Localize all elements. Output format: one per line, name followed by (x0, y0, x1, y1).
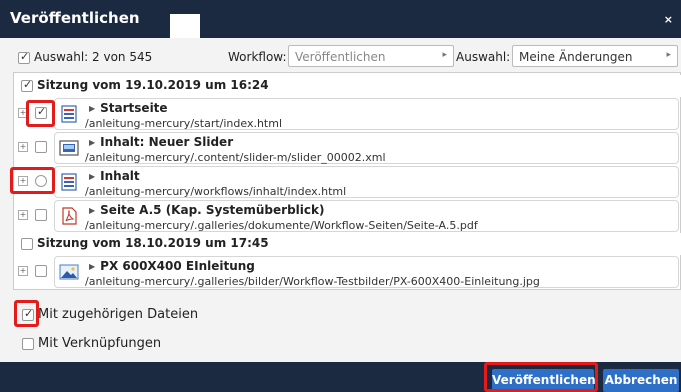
highlight-box (484, 362, 598, 392)
workflow-label: Workflow: (228, 50, 287, 64)
selection-label: Auswahl: (456, 50, 511, 64)
expand-icon[interactable]: + (18, 266, 28, 276)
resource-name: ▶ PX 600X400 EInleitung (89, 259, 255, 273)
list-item: + ▶Startseite /anleitung-mercury/start/i… (14, 97, 681, 131)
pdf-icon (62, 207, 77, 225)
session-header: Sitzung vom 19.10.2019 um 16:24 (14, 75, 681, 97)
resource-card[interactable]: ▶ Inhalt: Neuer Slider /anleitung-mercury… (54, 132, 679, 164)
links-checkbox[interactable] (22, 337, 34, 350)
dialog-titlebar: Veröffentlichen × (0, 0, 681, 38)
session-checkbox[interactable] (21, 78, 33, 92)
selection-select-value: Meine Änderungen (519, 50, 633, 64)
chevron-right-icon: ▸ (666, 50, 671, 60)
highlight-box (26, 100, 55, 127)
resource-path: /anleitung-mercury/.galleries/dokumente/… (85, 219, 478, 232)
resource-path: /anleitung-mercury/.galleries/bilder/Wor… (85, 275, 540, 288)
image-icon (59, 264, 79, 280)
chevron-right-icon: ▸ (442, 50, 447, 60)
related-files-option[interactable]: Mit zugehörigen Dateien (22, 307, 198, 322)
resource-name: ▶ Startseite (89, 101, 168, 115)
related-files-label: Mit zugehörigen Dateien (38, 307, 199, 322)
workflow-select-value: Veröffentlichen (295, 50, 386, 64)
page-icon (61, 105, 77, 123)
list-item: + ▶ Inhalt /anleitung-mercury/workflows/i… (14, 165, 681, 199)
workflow-select[interactable]: Veröffentlichen ▸ (288, 45, 454, 67)
slider-icon (59, 140, 79, 156)
row-checkbox[interactable] (35, 141, 47, 153)
session-label: Sitzung vom 19.10.2019 um 16:24 (37, 78, 269, 92)
title-overlay-patch (170, 14, 200, 38)
expand-icon[interactable]: + (18, 142, 28, 152)
resource-list: Sitzung vom 19.10.2019 um 16:24 + ▶Start… (13, 72, 681, 290)
close-icon[interactable]: × (664, 13, 673, 26)
selection-select[interactable]: Meine Änderungen ▸ (512, 45, 678, 67)
links-option[interactable]: Mit Verknüpfungen (22, 336, 161, 351)
resource-card[interactable]: ▶ Seite A.5 (Kap. Systemüberblick) /anlei… (54, 200, 679, 232)
resource-path: /anleitung-mercury/workflows/inhalt/inde… (85, 185, 347, 198)
list-item: + ▶ Seite A.5 (Kap. Systemüberblick) /anl… (14, 199, 681, 233)
resource-name: ▶ Inhalt: Neuer Slider (89, 135, 234, 149)
cancel-button[interactable]: Abbrechen (603, 369, 679, 392)
row-checkbox[interactable] (35, 209, 47, 221)
resource-path: /anleitung-mercury/.content/slider-m/sli… (85, 151, 386, 164)
highlight-box (10, 167, 55, 194)
session-label: Sitzung vom 18.10.2019 um 17:45 (37, 236, 269, 250)
resource-path: /anleitung-mercury/start/index.html (85, 117, 283, 130)
highlight-box (14, 300, 39, 327)
select-all-checkbox[interactable] (18, 50, 30, 64)
resource-name: ▶ Inhalt (89, 169, 140, 183)
list-item: + ▶ Inhalt: Neuer Slider /anleitung-mercu… (14, 131, 681, 165)
options-panel: Mit zugehörigen Dateien Mit Verknüpfunge… (0, 292, 681, 362)
publish-dialog: Veröffentlichen × Auswahl: 2 von 545 Wor… (0, 0, 681, 392)
resource-card[interactable]: ▶ Startseite /anleitung-mercury/start/ind… (54, 98, 679, 130)
selection-count: Auswahl: 2 von 545 (34, 50, 153, 64)
list-item: + ▶ PX 600X400 EInleitung /anleitung-merc… (14, 255, 681, 289)
resource-name: ▶ Seite A.5 (Kap. Systemüberblick) (89, 203, 325, 217)
session-checkbox[interactable] (21, 238, 33, 250)
selection-toolbar: Auswahl: 2 von 545 Workflow: Veröffentli… (10, 41, 678, 71)
expand-icon[interactable]: + (18, 210, 28, 220)
resource-card[interactable]: ▶ PX 600X400 EInleitung /anleitung-mercur… (54, 256, 679, 288)
resource-card[interactable]: ▶ Inhalt /anleitung-mercury/workflows/inh… (54, 166, 679, 198)
dialog-title: Veröffentlichen (10, 9, 140, 27)
row-checkbox[interactable] (35, 265, 47, 277)
page-icon (61, 173, 77, 191)
session-header: Sitzung vom 18.10.2019 um 17:45 (14, 233, 681, 255)
links-label: Mit Verknüpfungen (38, 336, 162, 351)
